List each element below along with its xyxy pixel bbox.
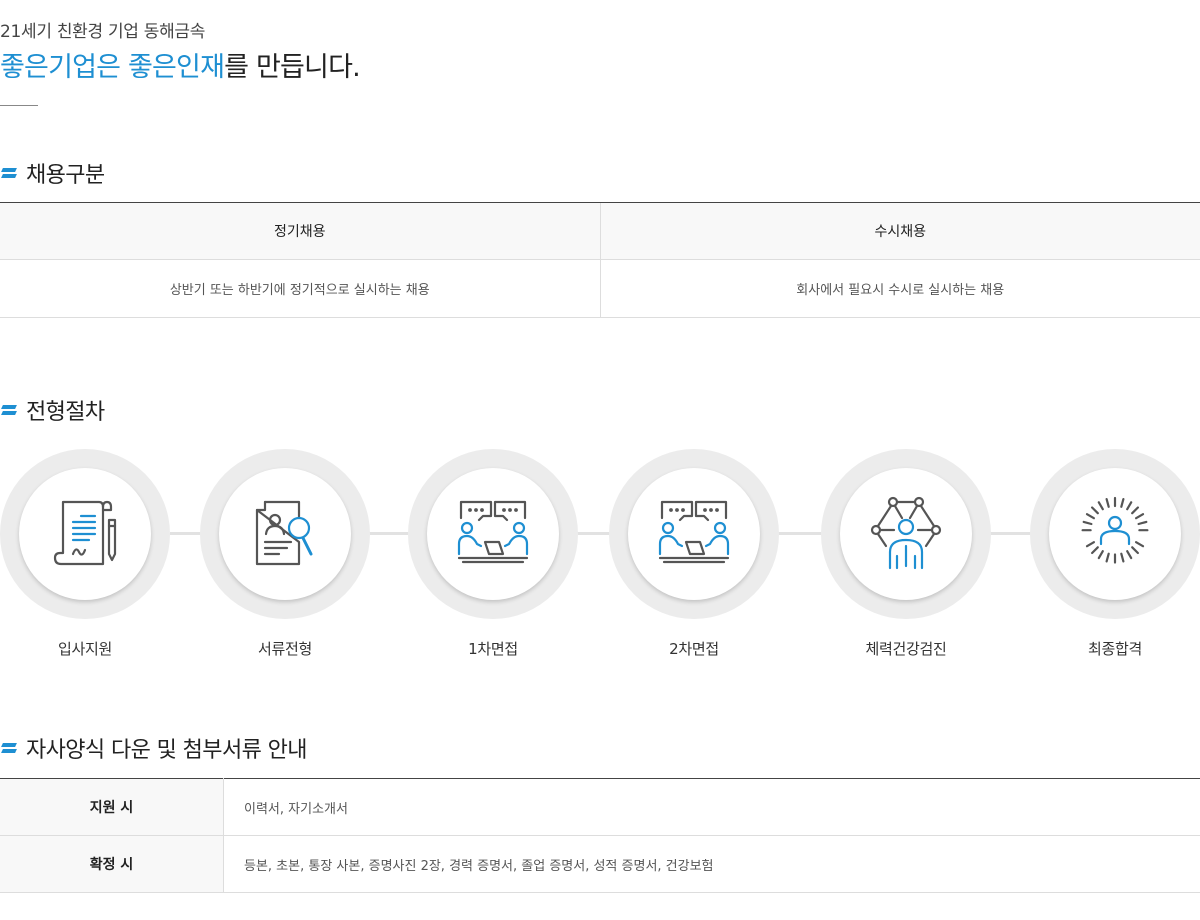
process-step-document-screening: 서류전형 [200, 449, 370, 659]
document-row-label: 지원 시 [0, 778, 224, 836]
health-network-icon [870, 496, 942, 570]
process-step-apply: 입사지원 [0, 449, 170, 659]
table-row: 지원 시 이력서, 자기소개서 [0, 778, 1200, 836]
intro-divider [0, 105, 38, 106]
table-row: 확정 시 등본, 초본, 통장 사본, 증명사진 2장, 경력 증명서, 졸업 … [0, 835, 1200, 893]
recruit-type-desc: 회사에서 필요시 수시로 실시하는 채용 [599, 259, 1200, 318]
recruit-type-desc: 상반기 또는 하반기에 정기적으로 실시하는 채용 [0, 259, 600, 318]
recruit-type-table: 정기채용 수시채용 상반기 또는 하반기에 정기적으로 실시하는 채용 회사에서… [0, 202, 1200, 318]
recruit-type-header: 정기채용 [0, 202, 600, 260]
process-step-first-interview: 1차면접 [408, 449, 578, 659]
process-step-label: 입사지원 [57, 640, 112, 658]
process-step-label: 서류전형 [257, 640, 312, 658]
document-row-label: 확정 시 [0, 835, 224, 893]
section-title: 전형절차 [26, 400, 105, 425]
section-heading-documents: 자사양식 다운 및 첨부서류 안내 [0, 732, 308, 764]
document-row-value: 이력서, 자기소개서 [223, 778, 1200, 836]
recruit-type-header: 수시채용 [599, 202, 1200, 260]
success-person-icon [1081, 496, 1149, 564]
interview-icon [457, 500, 529, 564]
section-title: 채용구분 [26, 163, 105, 188]
process-step-health-check: 체력건강검진 [821, 449, 991, 659]
process-step-label: 최종합격 [1087, 640, 1142, 658]
section-bullet-icon [0, 742, 17, 754]
section-bullet-icon [0, 404, 17, 416]
section-bullet-icon [0, 167, 17, 179]
process-step-label: 1차면접 [468, 640, 518, 658]
step-connector [369, 532, 409, 535]
process-step-second-interview: 2차면접 [609, 449, 779, 659]
intro-title-rest: 를 만듭니다. [224, 52, 361, 83]
step-connector [778, 532, 823, 535]
resume-search-icon [255, 500, 313, 566]
process-step-final-pass: 최종합격 [1030, 449, 1200, 659]
section-title: 자사양식 다운 및 첨부서류 안내 [26, 738, 308, 763]
step-connector [170, 532, 201, 535]
intro-title: 좋은기업은 좋은인재를 만듭니다. [0, 45, 361, 84]
step-connector [577, 532, 610, 535]
section-heading-process: 전형절차 [0, 394, 105, 426]
process-step-label: 체력건강검진 [865, 640, 947, 658]
process-step-label: 2차면접 [669, 640, 719, 658]
interview-icon [658, 500, 730, 564]
intro-subtitle: 21세기 친환경 기업 동해금속 [0, 22, 206, 42]
document-row-value: 등본, 초본, 통장 사본, 증명사진 2장, 경력 증명서, 졸업 증명서, … [223, 835, 1200, 893]
section-heading-recruit-types: 채용구분 [0, 157, 105, 189]
step-connector [990, 532, 1031, 535]
documents-table: 지원 시 이력서, 자기소개서 확정 시 등본, 초본, 통장 사본, 증명사진… [0, 778, 1200, 893]
intro-title-highlight: 좋은기업은 좋은인재 [0, 52, 225, 83]
document-pen-icon [53, 500, 117, 566]
